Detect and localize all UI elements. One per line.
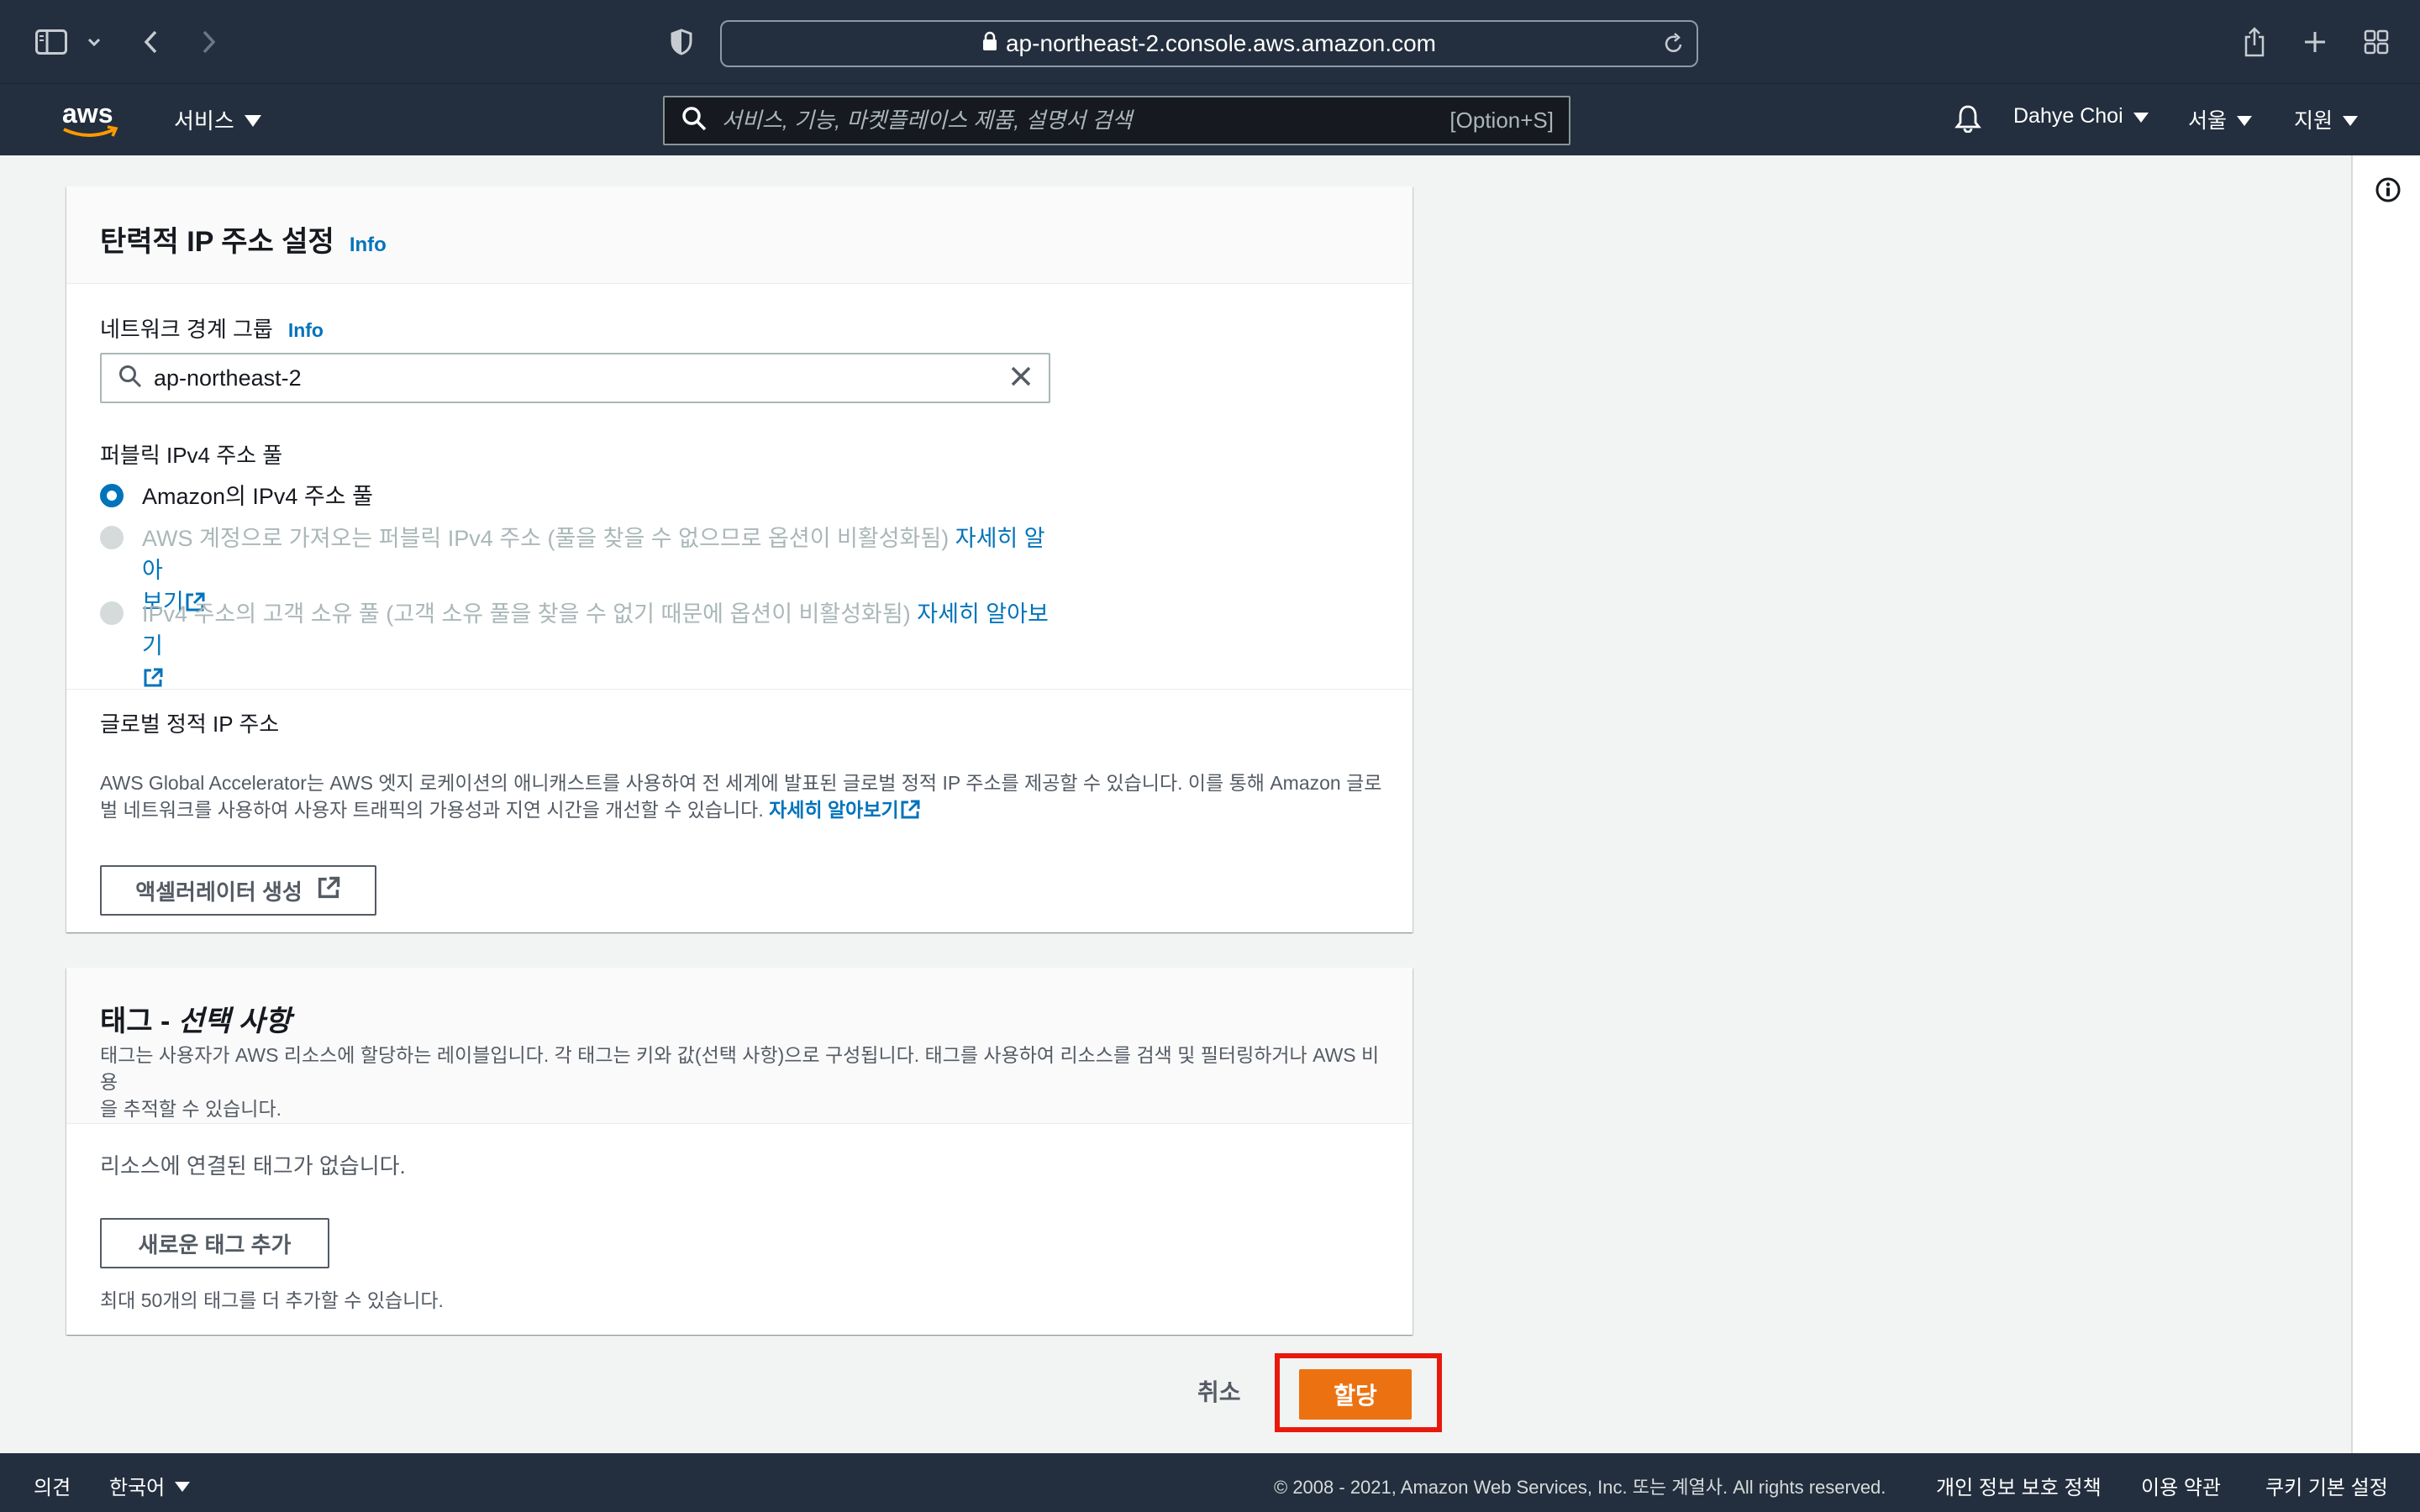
- create-accelerator-label: 액셀러레이터 생성: [135, 879, 302, 905]
- tab-overview-icon[interactable]: [2363, 25, 2390, 59]
- terms-link[interactable]: 이용 약관: [2141, 1471, 2221, 1500]
- caret-down-icon: [2237, 108, 2253, 132]
- eip-settings-header: 탄력적 IP 주소 설정 Info: [66, 186, 1413, 284]
- tag-limit-text: 최대 50개의 태그를 더 추가할 수 있습니다.: [100, 1289, 444, 1311]
- sidebar-toggle-icon[interactable]: [34, 25, 69, 59]
- learn-more-link[interactable]: 자세히 알아보기: [769, 799, 921, 821]
- privacy-link[interactable]: 개인 정보 보호 정책: [1936, 1471, 2102, 1500]
- tags-header: 태그 - 선택 사항 태그는 사용자가 AWS 리소스에 할당하는 레이블입니다…: [66, 968, 1413, 1124]
- search-icon: [681, 106, 707, 135]
- radio-disabled: [100, 601, 124, 625]
- search-icon: [118, 365, 142, 392]
- caret-down-icon: [244, 107, 261, 133]
- eip-settings-title: 탄력적 IP 주소 설정: [100, 226, 334, 258]
- copyright-text: © 2008 - 2021, Amazon Web Services, Inc.…: [1274, 1477, 1886, 1498]
- radio-disabled: [100, 526, 124, 549]
- caret-down-icon: [2343, 108, 2359, 132]
- caret-down-icon: [175, 1474, 191, 1498]
- no-tags-text: 리소스에 연결된 태그가 없습니다.: [100, 1153, 406, 1179]
- pool-option-customer-owned: IPv4 주소의 고객 소유 풀 (고객 소유 풀을 찾을 수 없기 때문에 옵…: [100, 598, 1108, 694]
- forward-icon[interactable]: [198, 25, 220, 59]
- pool-option-byoip-text: AWS 계정으로 가져오는 퍼블릭 IPv4 주소 (풀을 찾을 수 없으므로 …: [142, 526, 950, 551]
- privacy-shield-icon[interactable]: [669, 25, 694, 59]
- learn-more-text: 자세히 알아보기: [769, 799, 899, 821]
- notifications-bell[interactable]: [1954, 104, 1981, 139]
- add-tag-label: 새로운 태그 추가: [138, 1231, 292, 1257]
- global-static-ip-description: AWS Global Accelerator는 AWS 엣지 로케이션의 애니캐…: [100, 769, 1386, 823]
- global-static-ip-description-line2: 벌 네트워크를 사용하여 사용자 트래픽의 가용성과 지연 시간을 개선할 수 …: [100, 799, 764, 821]
- pool-option-amazon-label: Amazon의 IPv4 주소 풀: [142, 484, 373, 509]
- region-menu[interactable]: 서울: [2188, 104, 2253, 134]
- external-link-icon: [899, 799, 921, 821]
- add-tag-button[interactable]: 새로운 태그 추가: [100, 1218, 329, 1268]
- language-selector[interactable]: 한국어: [109, 1471, 191, 1500]
- new-tab-icon[interactable]: [2302, 25, 2328, 59]
- search-shortcut-hint: [Option+S]: [1449, 108, 1554, 133]
- network-border-group-info-link[interactable]: Info: [288, 319, 324, 342]
- external-link-icon: [142, 665, 164, 690]
- pool-option-customer-owned-label: IPv4 주소의 고객 소유 풀 (고객 소유 풀을 찾을 수 없기 때문에 옵…: [142, 598, 1058, 694]
- search-input[interactable]: [722, 108, 1450, 134]
- account-name: Dahye Choi: [2013, 104, 2123, 128]
- cancel-button[interactable]: 취소: [1197, 1374, 1241, 1408]
- tags-description-line1: 태그는 사용자가 AWS 리소스에 할당하는 레이블입니다. 각 태그는 키와 …: [100, 1044, 1380, 1093]
- services-label: 서비스: [174, 108, 234, 134]
- browser-toolbar: ap-northeast-2.console.aws.amazon.com: [0, 0, 2420, 84]
- tags-panel: 태그 - 선택 사항 태그는 사용자가 AWS 리소스에 할당하는 레이블입니다…: [66, 968, 1413, 1335]
- radio-selected[interactable]: [100, 484, 124, 507]
- language-label: 한국어: [109, 1477, 166, 1499]
- console-footer: 의견 한국어 © 2008 - 2021, Amazon Web Service…: [0, 1453, 2420, 1512]
- cookie-preferences-link[interactable]: 쿠키 기본 설정: [2265, 1471, 2388, 1500]
- tags-description: 태그는 사용자가 AWS 리소스에 할당하는 레이블입니다. 각 태그는 키와 …: [100, 1042, 1386, 1122]
- caret-down-icon: [2133, 104, 2149, 129]
- clear-icon[interactable]: [1010, 365, 1032, 391]
- tags-title-optional: 선택 사항: [177, 1005, 292, 1037]
- back-icon[interactable]: [139, 25, 161, 59]
- share-icon[interactable]: [2242, 25, 2267, 59]
- network-border-group-label: 네트워크 경계 그룹: [100, 317, 273, 342]
- chevron-down-icon[interactable]: [86, 25, 103, 59]
- aws-logo-text: aws: [62, 99, 113, 129]
- services-menu-button[interactable]: 서비스: [174, 104, 261, 135]
- account-menu[interactable]: Dahye Choi: [2013, 104, 2149, 129]
- allocate-button[interactable]: 할당: [1299, 1369, 1412, 1420]
- external-link-icon: [316, 875, 341, 906]
- support-menu[interactable]: 지원: [2294, 104, 2359, 134]
- pool-option-amazon[interactable]: Amazon의 IPv4 주소 풀: [100, 480, 1108, 512]
- console-header: aws 서비스 [Option+S] Dahye Choi 서울 지원: [0, 84, 2420, 155]
- eip-settings-panel: 탄력적 IP 주소 설정 Info 네트워크 경계 그룹 Info 퍼블릭 IP…: [66, 186, 1413, 932]
- pool-option-customer-owned-text: IPv4 주소의 고객 소유 풀 (고객 소유 풀을 찾을 수 없기 때문에 옵…: [142, 601, 911, 627]
- global-static-ip-description-line1: AWS Global Accelerator는 AWS 엣지 로케이션의 애니캐…: [100, 772, 1382, 794]
- utility-rail: [2351, 155, 2420, 1453]
- network-border-group-label-row: 네트워크 경계 그룹 Info: [100, 312, 324, 344]
- unified-search[interactable]: [Option+S]: [663, 96, 1570, 145]
- lock-icon: [982, 30, 997, 57]
- reload-icon[interactable]: [1663, 32, 1685, 61]
- url-text: ap-northeast-2.console.aws.amazon.com: [1005, 30, 1437, 56]
- network-border-group-input[interactable]: [154, 365, 1010, 391]
- bell-icon: [1954, 104, 1981, 139]
- public-ipv4-pool-label: 퍼블릭 IPv4 주소 풀: [100, 443, 283, 468]
- address-bar[interactable]: ap-northeast-2.console.aws.amazon.com: [720, 20, 1698, 67]
- global-static-ip-label: 글로벌 정적 IP 주소: [100, 711, 280, 737]
- tags-description-line2: 을 추적할 수 있습니다.: [100, 1098, 282, 1120]
- region-name: 서울: [2188, 109, 2228, 133]
- info-icon[interactable]: [2375, 176, 2402, 207]
- support-label: 지원: [2294, 109, 2333, 133]
- section-divider: [66, 689, 1413, 690]
- eip-settings-info-link[interactable]: Info: [350, 234, 387, 257]
- tags-title-main: 태그 -: [100, 1005, 178, 1037]
- tags-title: 태그 - 선택 사항: [100, 998, 291, 1039]
- feedback-link[interactable]: 의견: [34, 1471, 71, 1500]
- network-border-group-field[interactable]: [100, 353, 1050, 403]
- create-accelerator-button[interactable]: 액셀러레이터 생성: [100, 865, 376, 916]
- aws-logo[interactable]: aws: [60, 98, 119, 145]
